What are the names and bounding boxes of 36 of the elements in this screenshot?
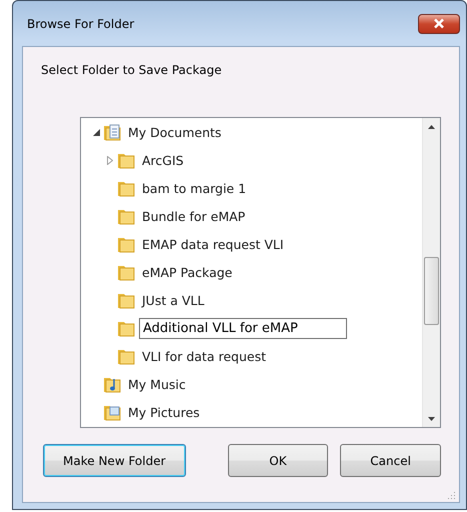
scroll-thumb[interactable] — [424, 257, 439, 325]
scroll-down-icon[interactable] — [428, 416, 435, 420]
dialog-button[interactable]: Cancel — [340, 444, 441, 477]
folder-icon — [117, 151, 135, 169]
folder-icon — [117, 347, 135, 365]
folder-icon — [117, 319, 135, 337]
tree-item[interactable]: My Documents — [125, 122, 224, 142]
scrollbar[interactable] — [422, 118, 440, 427]
tree-item[interactable]: My Pictures — [125, 402, 203, 422]
prompt-text: Select Folder to Save Package — [41, 63, 223, 77]
close-icon — [432, 18, 446, 29]
dialog-button[interactable]: OK — [228, 444, 328, 477]
music-folder-icon — [103, 375, 121, 393]
folder-icon — [117, 207, 135, 225]
scroll-up-icon[interactable] — [428, 124, 435, 128]
dialog-button[interactable]: Make New Folder — [43, 444, 186, 477]
tree-item[interactable]: EMAP data request VLI — [139, 234, 287, 254]
tree-item[interactable]: VLI for data request — [139, 346, 269, 366]
folder-icon — [117, 291, 135, 309]
tree-item[interactable]: ArcGIS — [139, 150, 187, 170]
tree-item[interactable]: Bundle for eMAP — [139, 206, 248, 226]
folder-icon — [117, 179, 135, 197]
collapsed-arrow-icon[interactable] — [107, 156, 113, 164]
documents-folder-icon — [103, 123, 121, 141]
rename-field[interactable]: Additional VLL for eMAP — [139, 318, 347, 338]
folder-icon — [117, 235, 135, 253]
pictures-folder-icon — [103, 403, 121, 421]
tree-item[interactable]: eMAP Package — [139, 262, 236, 282]
folder-icon — [117, 263, 135, 281]
tree-item[interactable]: My Music — [125, 374, 189, 394]
tree-item[interactable]: JUst a VLL — [139, 290, 208, 310]
close-button[interactable] — [418, 14, 460, 34]
tree-item[interactable]: bam to margie 1 — [139, 178, 250, 198]
window-title: Browse For Folder — [27, 16, 136, 30]
resize-grip-icon[interactable] — [448, 491, 456, 499]
expanded-arrow-icon[interactable] — [92, 128, 100, 136]
